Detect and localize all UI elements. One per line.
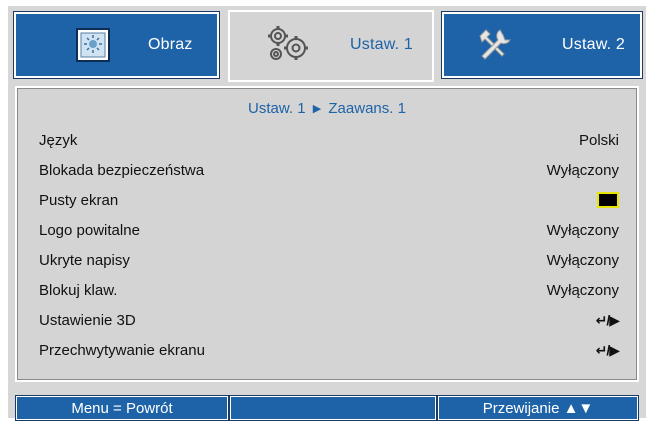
setting-label: Przechwytywanie ekranu	[39, 341, 205, 359]
bottom-bar-middle	[230, 396, 436, 420]
menu-back-hint: Menu = Powrót	[16, 396, 228, 420]
setting-row-keypad-lock[interactable]: Blokuj klaw. Wyłączony	[39, 278, 619, 302]
setting-value: Polski	[578, 131, 619, 149]
enter-arrow-icon[interactable]: ↵/▶	[596, 342, 620, 359]
setting-row-3d-settings[interactable]: Ustawienie 3D ↵/▶	[39, 308, 620, 332]
tools-icon	[474, 26, 514, 66]
setting-label: Ustawienie 3D	[39, 311, 136, 329]
blank-screen-color-swatch[interactable]	[597, 192, 619, 208]
setting-label: Logo powitalne	[39, 221, 140, 239]
setting-row-screen-capture[interactable]: Przechwytywanie ekranu ↵/▶	[39, 338, 620, 362]
tab-ustaw-2[interactable]: Ustaw. 2	[442, 12, 642, 78]
setting-row-blank-screen[interactable]: Pusty ekran	[39, 188, 619, 212]
breadcrumb-separator-icon: ▶	[312, 103, 322, 115]
setting-label: Blokada bezpieczeństwa	[39, 161, 205, 179]
tab-obraz[interactable]: Obraz	[14, 12, 219, 78]
setting-row-closed-captions[interactable]: Ukryte napisy Wyłączony	[39, 248, 619, 272]
tab-obraz-label: Obraz	[148, 36, 193, 53]
setting-row-language[interactable]: Język Polski	[39, 128, 619, 152]
setting-value: Wyłączony	[546, 161, 619, 179]
breadcrumb-part-1: Ustaw. 1	[248, 100, 306, 117]
setting-row-security-lock[interactable]: Blokada bezpieczeństwa Wyłączony	[39, 158, 619, 182]
tab-ustaw-1[interactable]: Ustaw. 1	[228, 10, 434, 82]
osd-menu: Obraz Ustaw. 1 Ustaw. 2 Ustaw. 1 ▶ Zaawa…	[8, 6, 646, 420]
setting-label: Blokuj klaw.	[39, 281, 118, 299]
setting-label: Pusty ekran	[39, 191, 119, 209]
gears-icon	[264, 24, 314, 64]
setting-value: Wyłączony	[546, 251, 619, 269]
breadcrumb-part-2: Zaawans. 1	[328, 100, 406, 117]
enter-arrow-icon[interactable]: ↵/▶	[596, 312, 620, 329]
tab-ustaw-2-label: Ustaw. 2	[562, 36, 625, 53]
setting-value: Wyłączony	[546, 221, 619, 239]
setting-row-splash-logo[interactable]: Logo powitalne Wyłączony	[39, 218, 619, 242]
settings-panel: Ustaw. 1 ▶ Zaawans. 1 Język Polski Bloka…	[15, 86, 639, 382]
breadcrumb: Ustaw. 1 ▶ Zaawans. 1	[17, 100, 637, 117]
setting-label: Język	[39, 131, 78, 149]
scroll-hint-label: Przewijanie ▲▼	[482, 399, 594, 417]
setting-label: Ukryte napisy	[39, 251, 130, 269]
setting-value: Wyłączony	[546, 281, 619, 299]
menu-back-label: Menu = Powrót	[71, 399, 173, 417]
image-icon	[76, 28, 110, 62]
scroll-hint: Przewijanie ▲▼	[438, 396, 638, 420]
tab-ustaw-1-label: Ustaw. 1	[350, 36, 413, 53]
